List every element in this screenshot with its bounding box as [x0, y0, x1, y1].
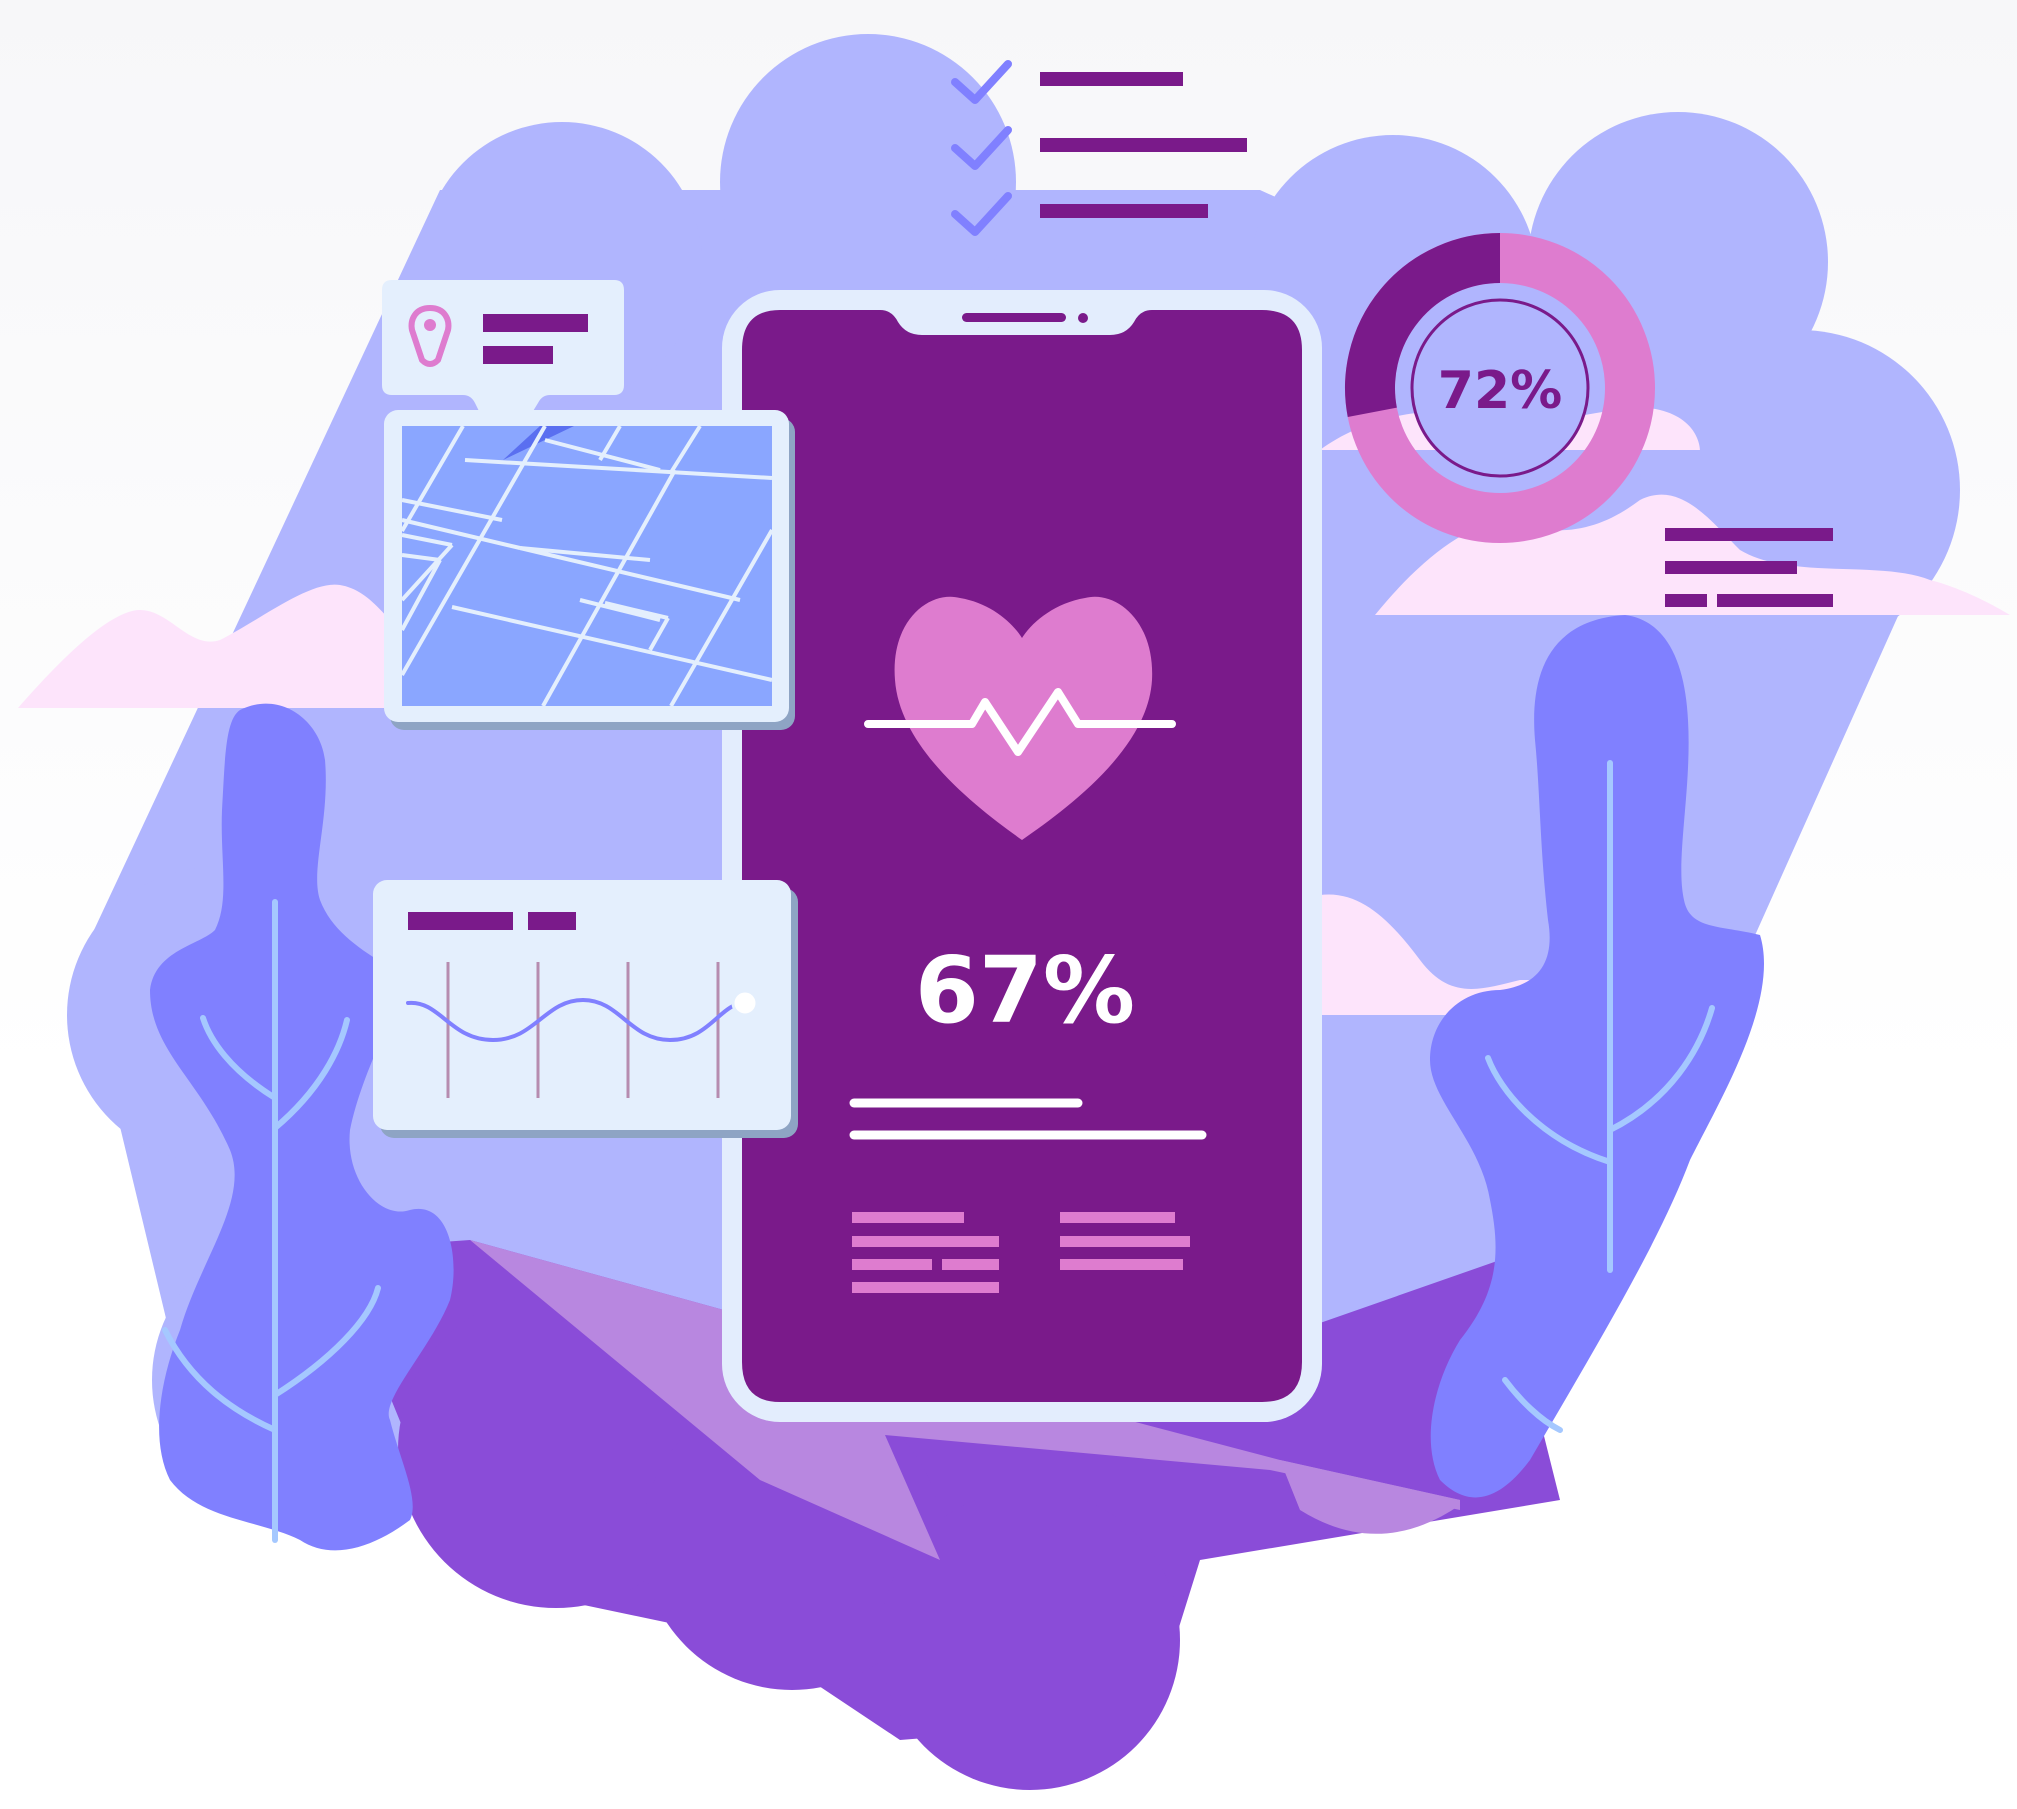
illustration-stage: 72% 67%	[0, 0, 2017, 1809]
wave-chart-icon	[373, 880, 798, 1138]
phone-speaker	[962, 313, 1066, 322]
phone-camera	[1078, 313, 1088, 323]
map-icon	[384, 410, 795, 730]
health-app-illustration: 72% 67%	[18, 34, 2010, 1790]
phone-pink-lines-right	[1060, 1212, 1190, 1270]
phone: 67%	[722, 290, 1322, 1422]
main-percent-value: 67%	[915, 937, 1135, 1044]
phone-screen	[742, 310, 1302, 1402]
donut-percent-label: 72%	[1438, 361, 1562, 421]
